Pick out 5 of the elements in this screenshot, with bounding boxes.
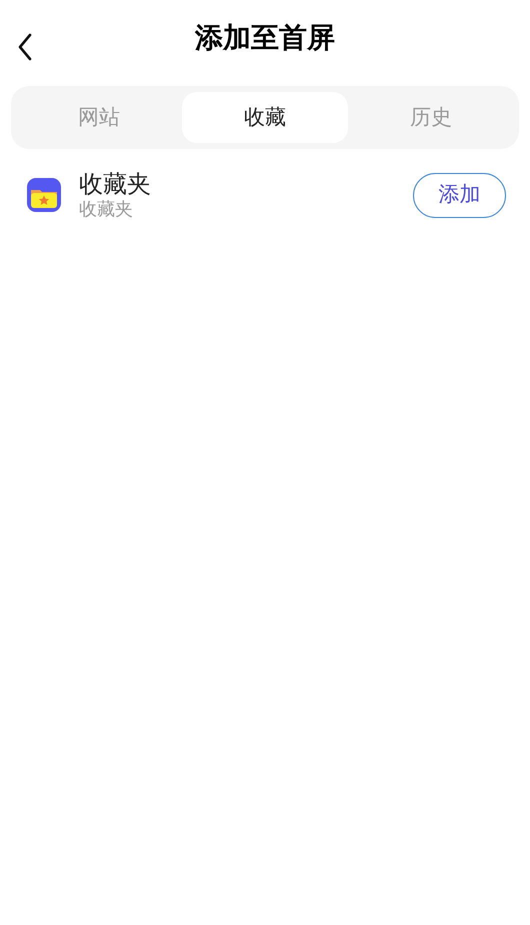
- page-title: 添加至首屏: [195, 20, 335, 56]
- tab[interactable]: 收藏: [182, 92, 348, 143]
- item-subtitle: 收藏夹: [79, 199, 134, 221]
- add-button[interactable]: 添加: [413, 172, 506, 218]
- item-title: 收藏夹: [79, 169, 152, 199]
